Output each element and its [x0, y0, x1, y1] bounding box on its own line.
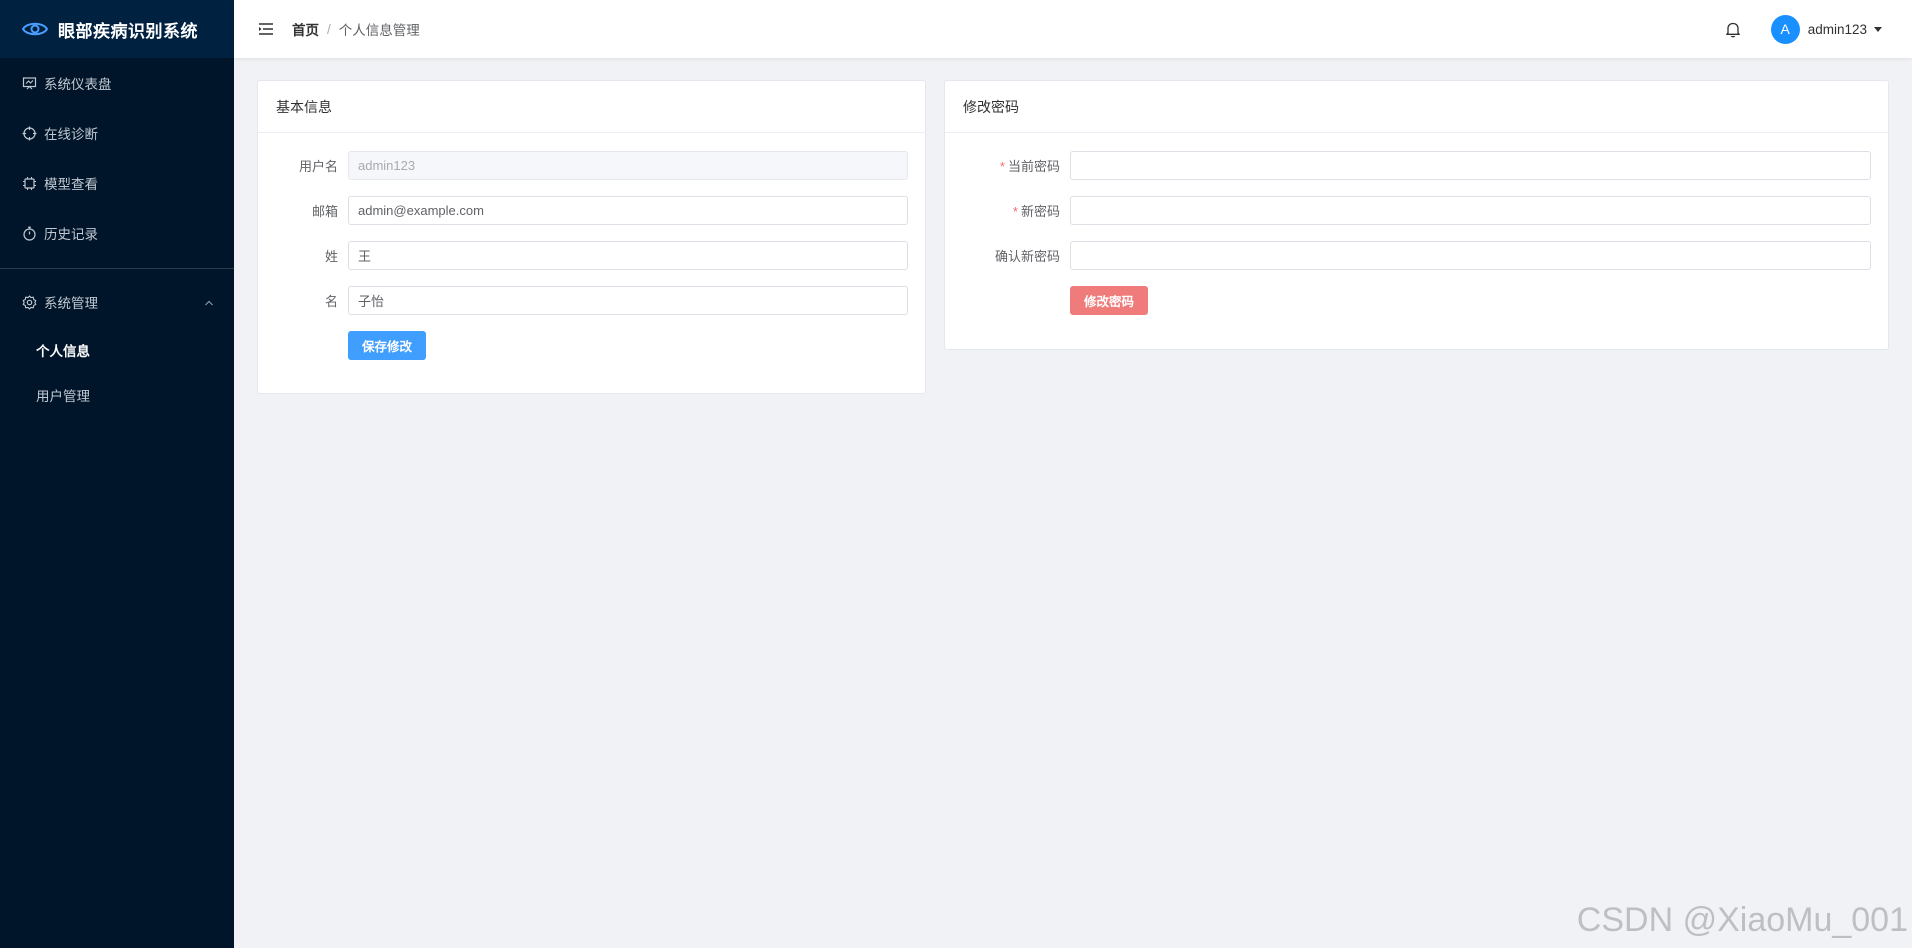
sidebar-submenu-system[interactable]: 系统管理 — [0, 277, 234, 327]
sidebar-divider — [0, 268, 234, 269]
username-label: 用户名 — [298, 159, 338, 174]
menu-toggle-icon[interactable] — [258, 22, 274, 36]
gear-icon — [22, 294, 37, 310]
new-password-field[interactable] — [1070, 196, 1871, 225]
bell-icon[interactable] — [1725, 21, 1741, 38]
sidebar-item-label: 在线诊断 — [44, 127, 98, 142]
avatar: A — [1770, 14, 1800, 44]
breadcrumb-current: 个人信息管理 — [338, 23, 420, 38]
form-row-username: 用户名 admin123 — [275, 151, 908, 180]
change-password-card: 修改密码 * 当前密码 * 新密码 确认新密码 修改密码 — [944, 80, 1889, 350]
first-name-label: 名 — [324, 294, 338, 309]
last-name-label: 姓 — [324, 249, 338, 264]
last-name-field[interactable]: 王 — [348, 241, 908, 270]
username-label: admin123 — [1807, 21, 1867, 37]
eye-icon — [22, 20, 48, 38]
sidebar-item-diagnosis[interactable]: 在线诊断 — [0, 108, 234, 158]
sidebar-item-label: 系统仪表盘 — [44, 77, 112, 92]
email-label: 邮箱 — [311, 204, 338, 219]
sidebar-item-label: 个人信息 — [36, 343, 90, 359]
sidebar-item-label: 用户管理 — [36, 388, 90, 404]
form-row-first-name: 名 子怡 — [275, 286, 908, 315]
caret-down-icon — [1874, 26, 1882, 32]
sidebar-item-models[interactable]: 模型查看 — [0, 158, 234, 208]
form-row-current-password: * 当前密码 — [962, 151, 1871, 180]
card-title: 基本信息 — [258, 81, 925, 133]
cpu-icon — [22, 176, 37, 191]
watermark: CSDN @XiaoMu_001 — [1576, 901, 1908, 939]
chevron-up-icon — [204, 296, 214, 306]
sidebar-item-dashboard[interactable]: 系统仪表盘 — [0, 58, 234, 108]
header-right: A admin123 — [1725, 0, 1882, 58]
sidebar-menu: 系统仪表盘 在线诊断 模型查看 历史记录 — [0, 58, 234, 258]
stopwatch-icon — [22, 226, 37, 241]
breadcrumb: 首页 / 个人信息管理 — [292, 19, 420, 39]
form-row-last-name: 姓 王 — [275, 241, 908, 270]
sidebar: 眼部疾病识别系统 系统仪表盘 在线诊断 模型查看 历史记录 系统管理 个人信息 … — [0, 0, 234, 948]
current-password-label: * 当前密码 — [999, 159, 1060, 174]
sidebar-submenu-label: 系统管理 — [44, 296, 98, 311]
dashboard-icon — [22, 76, 37, 91]
current-password-field[interactable] — [1070, 151, 1871, 180]
breadcrumb-home[interactable]: 首页 — [292, 19, 319, 39]
breadcrumb-separator: / — [327, 21, 331, 37]
crosshair-icon — [22, 126, 37, 141]
form-row-email: 邮箱 admin@example.com — [275, 196, 908, 225]
sidebar-item-profile[interactable]: 个人信息 — [0, 327, 234, 372]
confirm-password-field[interactable] — [1070, 241, 1871, 270]
confirm-password-label: 确认新密码 — [994, 249, 1060, 264]
new-password-label: * 新密码 — [1012, 204, 1060, 219]
app-logo[interactable]: 眼部疾病识别系统 — [0, 0, 234, 58]
form-row-confirm-password: 确认新密码 — [962, 241, 1871, 270]
sidebar-item-label: 历史记录 — [44, 227, 98, 242]
top-header: 首页 / 个人信息管理 A admin123 — [234, 0, 1912, 58]
sidebar-item-user-management[interactable]: 用户管理 — [0, 372, 234, 417]
save-button[interactable]: 保存修改 — [348, 331, 427, 360]
app-title: 眼部疾病识别系统 — [58, 21, 198, 41]
user-menu[interactable]: A admin123 — [1770, 14, 1882, 44]
change-password-button[interactable]: 修改密码 — [1070, 286, 1149, 315]
first-name-field[interactable]: 子怡 — [348, 286, 908, 315]
sidebar-item-label: 模型查看 — [44, 177, 98, 192]
required-asterisk: * — [1012, 204, 1018, 219]
card-title: 修改密码 — [945, 81, 1888, 133]
username-field: admin123 — [348, 151, 908, 180]
required-asterisk: * — [999, 159, 1005, 174]
form-row-new-password: * 新密码 — [962, 196, 1871, 225]
basic-info-card: 基本信息 用户名 admin123 邮箱 admin@example.com 姓… — [257, 80, 926, 394]
email-field[interactable]: admin@example.com — [348, 196, 908, 225]
sidebar-item-history[interactable]: 历史记录 — [0, 208, 234, 258]
